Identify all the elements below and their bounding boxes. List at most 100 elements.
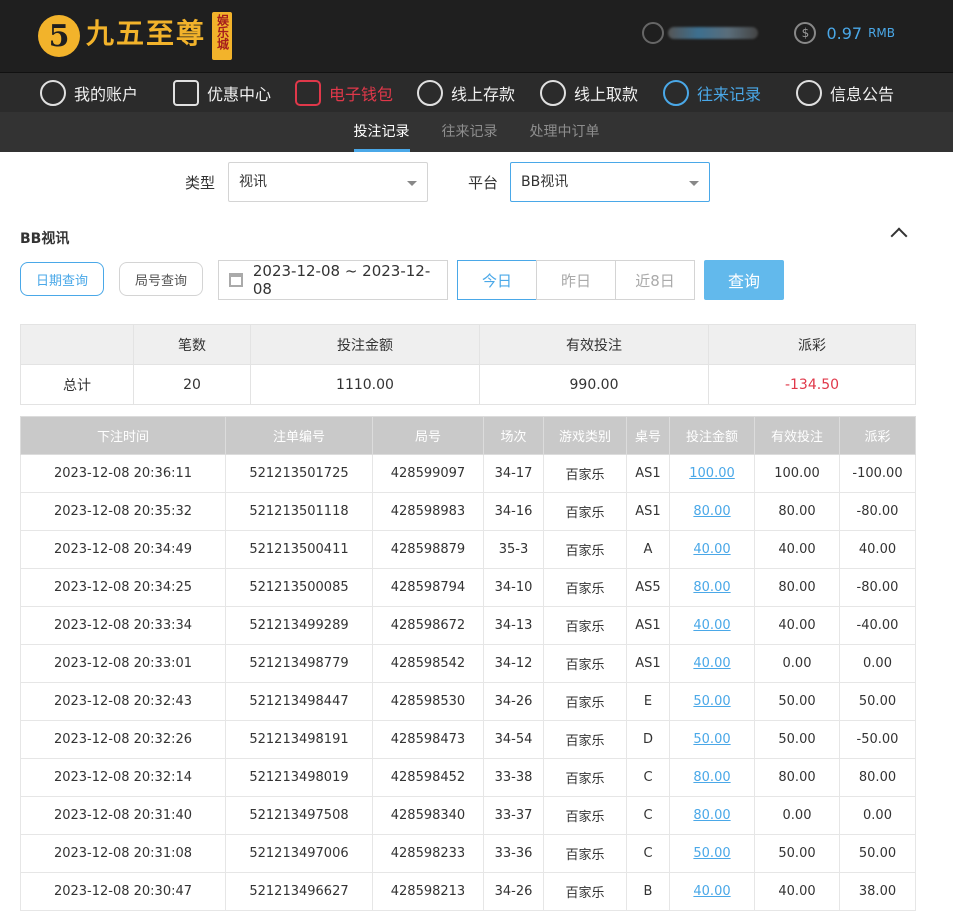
table-cell: 80.00 (754, 568, 840, 607)
site-logo[interactable]: 5 九五至尊 娱乐城 (38, 8, 233, 64)
table-cell: 521213500085 (225, 568, 373, 607)
bet-amount-link[interactable]: 50.00 (693, 694, 730, 709)
user-icon (40, 79, 66, 106)
bet-amount-link[interactable]: 80.00 (693, 770, 730, 785)
platform-select[interactable]: BB视讯 (510, 162, 710, 202)
table-cell: 2023-12-08 20:33:34 (20, 606, 226, 645)
column-header: 派彩 (839, 416, 916, 455)
table-cell: 0.00 (754, 644, 840, 683)
table-cell: 百家乐 (543, 606, 627, 645)
section-header: BB视讯 (0, 214, 953, 260)
table-row: 2023-12-08 20:31:40 521213497508 428598340… (20, 796, 916, 835)
table-cell: 428598672 (372, 606, 484, 645)
table-row: 2023-12-08 20:32:26 521213498191 428598473… (20, 720, 916, 759)
table-cell: C (626, 758, 670, 797)
date-range-input[interactable]: 2023-12-08 ~ 2023-12-08 (218, 260, 448, 300)
table-cell: 428598983 (372, 492, 484, 531)
table-cell: 35-3 (483, 530, 544, 569)
nav-my-account[interactable]: 我的账户 (40, 79, 173, 106)
bet-amount-link[interactable]: 40.00 (693, 618, 730, 633)
dollar-icon: $ (794, 22, 817, 44)
table-cell: 2023-12-08 20:33:01 (20, 644, 226, 683)
query-row: 日期查询 局号查询 2023-12-08 ~ 2023-12-08 今日 昨日 … (0, 260, 953, 316)
today-button[interactable]: 今日 (457, 260, 537, 300)
user-avatar-icon[interactable] (642, 22, 665, 44)
table-cell: 521213498019 (225, 758, 373, 797)
chevron-down-icon (407, 181, 417, 186)
nav-label: 电子钱包 (329, 84, 394, 104)
summary-header-cell (20, 324, 134, 365)
bet-amount-link[interactable]: 40.00 (693, 656, 730, 671)
bet-amount-link[interactable]: 80.00 (693, 580, 730, 595)
table-cell: 0.00 (754, 796, 840, 835)
table-cell: 100.00 (669, 454, 755, 493)
table-row: 2023-12-08 20:35:32 521213501118 428598983… (20, 492, 916, 531)
table-cell: 521213497006 (225, 834, 373, 873)
chevron-up-icon[interactable] (890, 227, 908, 245)
nav-announcements[interactable]: 信息公告 (796, 79, 908, 106)
table-cell: 百家乐 (543, 568, 627, 607)
bet-amount-link[interactable]: 40.00 (693, 542, 730, 557)
table-cell: 34-26 (483, 682, 544, 721)
table-cell: 428598452 (372, 758, 484, 797)
bet-amount-link[interactable]: 50.00 (693, 732, 730, 747)
platform-select-value: BB视讯 (521, 174, 569, 190)
table-cell: 百家乐 (543, 644, 627, 683)
table-cell: 2023-12-08 20:32:26 (20, 720, 226, 759)
table-cell: 百家乐 (543, 682, 627, 721)
bet-amount-link[interactable]: 80.00 (693, 808, 730, 823)
table-cell: B (626, 872, 670, 911)
bet-amount-link[interactable]: 80.00 (693, 504, 730, 519)
table-cell: 80.00 (754, 758, 840, 797)
last-8-days-button[interactable]: 近8日 (615, 260, 695, 300)
table-cell: 34-12 (483, 644, 544, 683)
table-cell: -50.00 (839, 720, 916, 759)
table-cell: 百家乐 (543, 758, 627, 797)
type-select[interactable]: 视讯 (228, 162, 428, 202)
table-cell: C (626, 834, 670, 873)
table-cell: 40.00 (754, 872, 840, 911)
nav-withdraw[interactable]: 线上取款 (540, 79, 663, 106)
table-cell: 百家乐 (543, 454, 627, 493)
nav-deposit[interactable]: 线上存款 (417, 79, 540, 106)
logo-text: 九五至尊 (86, 17, 207, 50)
main-nav: 我的账户 优惠中心 电子钱包 线上存款 线上取款 往来记录 信息公告 (0, 72, 953, 112)
search-button[interactable]: 查询 (704, 260, 784, 300)
table-cell: 100.00 (754, 454, 840, 493)
table-row: 2023-12-08 20:30:47 521213496627 428598213… (20, 872, 916, 911)
wallet-icon (295, 79, 321, 106)
bet-amount-link[interactable]: 50.00 (693, 846, 730, 861)
table-cell: 521213500411 (225, 530, 373, 569)
sub-nav: 投注记录 往来记录 处理中订单 (0, 112, 953, 152)
table-cell: 50.00 (754, 834, 840, 873)
nav-label: 我的账户 (74, 84, 139, 104)
yesterday-button[interactable]: 昨日 (536, 260, 616, 300)
table-cell: 百家乐 (543, 720, 627, 759)
table-cell: 80.00 (754, 492, 840, 531)
subtab-transaction-records[interactable]: 往来记录 (442, 112, 498, 152)
subtab-bet-records[interactable]: 投注记录 (353, 112, 410, 152)
summary-header-cell: 派彩 (708, 324, 916, 365)
nav-promotions[interactable]: 优惠中心 (173, 79, 295, 106)
nav-e-wallet[interactable]: 电子钱包 (295, 79, 417, 106)
balance-currency: RMB (868, 26, 895, 40)
date-query-button[interactable]: 日期查询 (20, 262, 104, 296)
table-cell: 2023-12-08 20:32:14 (20, 758, 226, 797)
bet-amount-link[interactable]: 40.00 (693, 884, 730, 899)
summary-cell: 1110.00 (250, 364, 480, 405)
nav-label: 线上存款 (451, 84, 516, 104)
balance-amount: 0.97 (826, 23, 863, 43)
table-cell: 50.00 (669, 834, 755, 873)
withdraw-icon (540, 79, 566, 106)
subtab-pending-orders[interactable]: 处理中订单 (530, 112, 600, 152)
table-header-row: 下注时间 注单编号 局号 场次 游戏类别 桌号 投注金额 有效投注 派彩 (20, 416, 916, 455)
logo-vertical-label: 娱乐城 (215, 14, 230, 50)
nav-records[interactable]: 往来记录 (663, 79, 796, 106)
table-cell: 0.00 (839, 796, 916, 835)
bet-amount-link[interactable]: 100.00 (689, 466, 735, 481)
table-cell: 34-26 (483, 872, 544, 911)
date-range-value: 2023-12-08 ~ 2023-12-08 (252, 262, 431, 298)
round-query-button[interactable]: 局号查询 (119, 262, 203, 296)
table-cell: C (626, 796, 670, 835)
nav-label: 线上取款 (574, 84, 639, 104)
